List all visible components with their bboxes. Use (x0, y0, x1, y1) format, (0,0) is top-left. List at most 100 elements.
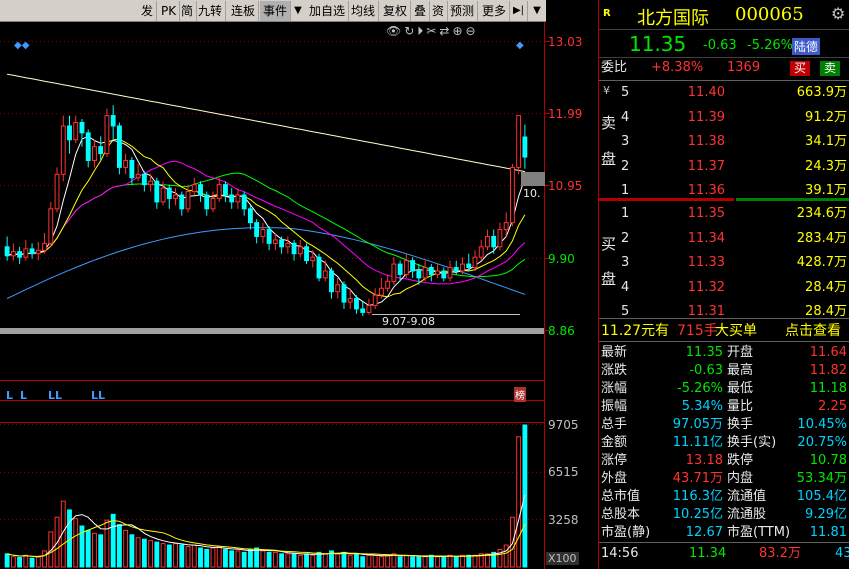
stat-label: 内盘 (727, 471, 754, 486)
stat-value: 11.11亿 (672, 435, 723, 450)
stats-row: 振幅 5.34% 量比 2.25 (599, 398, 849, 416)
asks-price: 11.38 (687, 134, 725, 149)
asks-row[interactable]: 3 11.38 34.1万 (599, 133, 849, 151)
volume-bar (503, 544, 509, 568)
bids-volume: 283.4万 (796, 230, 847, 246)
volume-bar (160, 543, 166, 568)
toolbar-ma[interactable]: 均线 (348, 1, 380, 21)
asks-row[interactable]: 4 11.39 91.2万 (599, 109, 849, 127)
stat-label: 最低 (727, 381, 754, 396)
zoom-out-icon[interactable]: ⊖ (466, 24, 479, 38)
toolbar-overlay[interactable]: 叠 (411, 1, 431, 21)
transfer-icon[interactable]: ⇄ (439, 24, 452, 38)
zoom-in-icon[interactable]: ⊕ (452, 24, 465, 38)
stat-value: -0.63 (689, 363, 723, 378)
candle-body (428, 267, 434, 275)
l-marker: LL (91, 389, 106, 402)
volume-bar (235, 550, 241, 568)
volume-bar (216, 546, 222, 568)
asks-volume: 34.1万 (805, 134, 847, 149)
toolbar-jiuzhuan[interactable]: 九转 (195, 1, 227, 21)
bids-row[interactable]: 3 11.33 428.7万 (599, 254, 849, 272)
stat-label: 换手 (727, 417, 754, 432)
volume-bar (204, 548, 210, 568)
volume-bar (92, 532, 97, 568)
volume-bar (98, 534, 104, 568)
candle-body (285, 242, 291, 248)
candle-body (54, 173, 60, 210)
stats-row: 总股本 10.25亿 流通股 9.29亿 (599, 506, 849, 524)
toolbar-lianban[interactable]: 连板 (228, 1, 260, 21)
candle-body (67, 125, 72, 141)
toolbar-more[interactable]: 更多 (479, 1, 511, 21)
bids-row[interactable]: 1 11.35 234.6万 (599, 205, 849, 223)
toolbar-shijian[interactable]: 事件 (260, 1, 292, 21)
chart-tool-icons[interactable]: 👁↻⏵✂⇄⊕⊖ (386, 24, 479, 39)
volume-bar (341, 551, 347, 568)
candle-body (17, 251, 23, 258)
stat-label: 总股本 (601, 507, 641, 522)
bang-badge[interactable]: 榜 (514, 387, 526, 402)
skip-forward-icon[interactable]: ▶| (510, 1, 528, 21)
volume-bar (516, 436, 522, 568)
chevron-down-icon[interactable]: ▼ (529, 1, 545, 21)
price-tick: 9.90 (548, 252, 575, 266)
toolbar-fa[interactable]: 发 (138, 1, 158, 21)
candle-body (466, 263, 472, 269)
volume-bar (210, 547, 216, 568)
asks-level: 4 (621, 109, 630, 125)
asks-level: 5 (621, 85, 630, 100)
weibi-count: 1369 (727, 60, 761, 75)
volume-bar (223, 548, 228, 568)
play-icon[interactable]: ⏵ (417, 24, 426, 38)
toolbar-pk[interactable]: PK (158, 1, 181, 21)
toolbar-zi[interactable]: 资 (429, 1, 449, 21)
asks-row[interactable]: 2 11.37 24.3万 (599, 158, 849, 176)
chevron-down-icon[interactable]: ▼ (290, 1, 306, 21)
stats-row: 涨幅 -5.26% 最低 11.18 (599, 380, 849, 398)
candle-body (485, 235, 490, 248)
volume-bar (42, 550, 47, 568)
bids-row[interactable]: 2 11.34 283.4万 (599, 230, 849, 248)
volume-bar (185, 546, 191, 568)
buy-button[interactable]: 买 (790, 61, 811, 76)
volume-bar (410, 556, 416, 568)
candle-body (266, 229, 272, 244)
volume-bar (17, 556, 23, 568)
volume-bar (166, 544, 172, 568)
candle-body (491, 235, 497, 248)
volume-bar (322, 553, 328, 568)
asks-row[interactable]: 5 11.40 663.9万 (599, 84, 849, 102)
volume-bar (304, 553, 309, 568)
scissors-icon[interactable]: ✂ (426, 24, 439, 38)
stock-code: 000065 (735, 4, 804, 25)
divider-green (736, 198, 849, 201)
volume-tick: 3258 (548, 513, 579, 527)
stat-value: 20.75% (797, 435, 847, 450)
candle-body (198, 184, 203, 196)
stat-label: 换手(实) (727, 435, 777, 450)
candle-body (372, 294, 378, 307)
sell-button[interactable]: 卖 (820, 61, 841, 76)
stock-change: -0.63 (703, 38, 737, 53)
tick-vol: 83.2万 (759, 546, 801, 561)
toolbar-add-watchlist[interactable]: 加自选 (306, 1, 350, 21)
gear-icon[interactable]: ⚙ (831, 4, 845, 23)
volume-bar (198, 547, 203, 568)
stat-label: 涨幅 (601, 381, 628, 396)
candle-body (60, 125, 66, 175)
toolbar-forecast[interactable]: 预测 (447, 1, 479, 21)
stock-tag[interactable]: 陆德 (792, 38, 821, 55)
candle-body (160, 187, 166, 203)
volume-bar (191, 544, 197, 568)
candle-body (191, 184, 197, 193)
bids-row[interactable]: 4 11.32 28.4万 (599, 279, 849, 297)
kline-chart[interactable] (0, 22, 598, 569)
toolbar-adjust[interactable]: 复权 (380, 1, 412, 21)
price-tick: 10.95 (548, 179, 583, 193)
big-order-link[interactable]: 点击查看 (785, 322, 841, 340)
eye-icon[interactable]: 👁 (386, 24, 404, 38)
refresh-icon[interactable]: ↻ (404, 24, 417, 38)
candle-body (116, 125, 122, 168)
volume-bar (104, 519, 110, 568)
